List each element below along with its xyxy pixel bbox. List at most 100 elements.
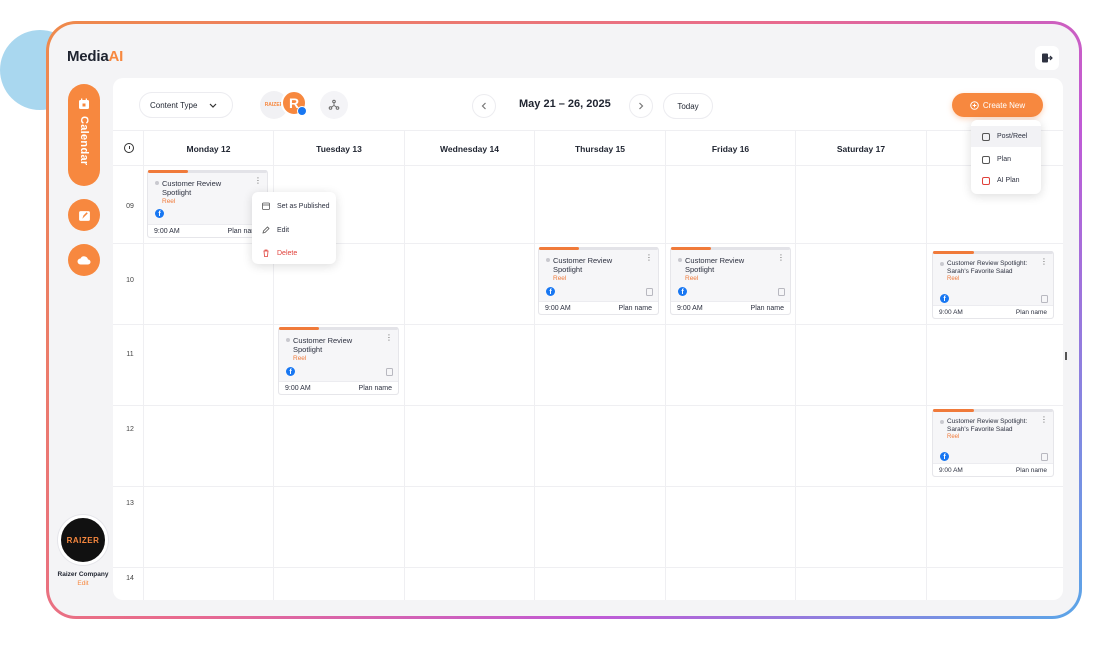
- plan-name: Plan name: [618, 304, 652, 312]
- create-post-reel-option[interactable]: Post/Reel: [971, 126, 1041, 147]
- post-type: Reel: [293, 355, 307, 362]
- next-week-button[interactable]: [629, 94, 653, 118]
- grid-line: [143, 166, 144, 600]
- facebook-icon: f: [155, 209, 164, 218]
- calendar-icon: [79, 98, 89, 109]
- progress-bar: [148, 170, 267, 173]
- connections-button[interactable]: [320, 91, 348, 119]
- status-dot: [678, 258, 682, 262]
- company-edit-link[interactable]: Edit: [54, 580, 112, 587]
- progress-bar: [671, 247, 790, 250]
- week-header: Monday 12 Tuesday 13 Wednesday 14 Thursd…: [113, 130, 1063, 167]
- hour-label: 12: [126, 426, 134, 433]
- sidebar-calendar-label: Calendar: [78, 116, 90, 166]
- card-footer: 9:00 AM Plan name: [279, 381, 398, 394]
- grid-line: [926, 166, 927, 600]
- post-title: Customer Review Spotlight: [685, 256, 745, 274]
- post-card[interactable]: Customer Review Spotlight Reel ⋮ f 9:00 …: [538, 247, 659, 315]
- more-menu-icon[interactable]: ⋮: [385, 334, 393, 342]
- sidebar-item-edit-calendar[interactable]: [68, 199, 100, 231]
- hour-row: [113, 406, 1063, 487]
- trash-icon: [263, 249, 269, 257]
- logout-button[interactable]: [1035, 46, 1059, 70]
- more-menu-icon[interactable]: ⋮: [1040, 258, 1048, 266]
- post-time: 9:00 AM: [939, 466, 963, 474]
- day-header-saturday: Saturday 17: [795, 131, 926, 167]
- progress-bar: [933, 409, 1053, 412]
- clipboard-icon[interactable]: [1041, 453, 1048, 461]
- post-title: Customer Review Spotlight: Sarah's Favor…: [947, 418, 1028, 433]
- post-type: Reel: [685, 275, 699, 282]
- hour-label: 10: [126, 277, 134, 284]
- facebook-icon: f: [940, 452, 949, 461]
- today-button[interactable]: Today: [663, 93, 713, 119]
- scrollbar-handle[interactable]: [1065, 352, 1067, 360]
- set-as-published-option[interactable]: Set as Published: [252, 195, 336, 217]
- edit-option[interactable]: Edit: [252, 219, 336, 241]
- card-footer: 9:00 AM Plan name: [671, 301, 790, 314]
- more-menu-icon[interactable]: ⋮: [254, 177, 262, 185]
- edit-calendar-icon: [78, 210, 90, 221]
- hour-label: 13: [126, 500, 134, 507]
- post-title: Customer Review Spotlight: [293, 336, 353, 354]
- more-menu-icon[interactable]: ⋮: [1040, 416, 1048, 424]
- calendar-icon: [982, 155, 990, 164]
- cloud-icon: [77, 256, 91, 265]
- company-avatar: RAIZER: [58, 515, 108, 565]
- app-window: MediaAI Calendar RAIZER Raizer Company E…: [49, 24, 1079, 616]
- post-time: 9:00 AM: [545, 304, 571, 312]
- create-new-button[interactable]: Create New: [952, 93, 1043, 117]
- plan-name: Plan name: [750, 304, 784, 312]
- content-type-label: Content Type: [150, 100, 198, 110]
- card-footer: 9:00 AM Plan name: [539, 301, 658, 314]
- hour-label: 14: [126, 575, 134, 582]
- progress-bar: [539, 247, 658, 250]
- post-card[interactable]: Customer Review Spotlight Reel ⋮ f 9:00 …: [147, 170, 268, 238]
- status-dot: [155, 181, 159, 185]
- sidebar-item-calendar[interactable]: Calendar: [68, 84, 100, 186]
- hour-row: [113, 487, 1063, 568]
- post-time: 9:00 AM: [677, 304, 703, 312]
- post-type: Reel: [947, 276, 960, 282]
- grid-line: [404, 166, 405, 600]
- post-title: Customer Review Spotlight: Sarah's Favor…: [947, 260, 1028, 275]
- chevron-left-icon: [481, 102, 486, 110]
- day-header-monday: Monday 12: [143, 131, 273, 167]
- hour-label: 09: [126, 203, 134, 210]
- create-new-label: Create New: [982, 100, 1026, 110]
- post-card[interactable]: Customer Review Spotlight Reel ⋮ f 9:00 …: [278, 327, 399, 395]
- calendar-toolbar: Content Type RAIZER R May 21 – 26, 2025 …: [113, 78, 1063, 130]
- sidebar-item-cloud[interactable]: [68, 244, 100, 276]
- clipboard-icon[interactable]: [646, 288, 653, 296]
- previous-week-button[interactable]: [472, 94, 496, 118]
- more-menu-icon[interactable]: ⋮: [777, 254, 785, 262]
- create-ai-plan-option[interactable]: AI Plan: [971, 170, 1041, 191]
- delete-option[interactable]: Delete: [252, 242, 336, 264]
- create-plan-option[interactable]: Plan: [971, 149, 1041, 170]
- content-type-dropdown[interactable]: Content Type: [139, 92, 233, 118]
- clipboard-icon[interactable]: [778, 288, 785, 296]
- logout-icon: [1042, 53, 1053, 63]
- status-dot: [546, 258, 550, 262]
- card-footer: 9:00 AM Plan name: [933, 463, 1053, 476]
- pencil-icon: [262, 226, 270, 234]
- card-context-menu: Set as Published Edit Delete: [252, 192, 336, 264]
- post-title: Customer Review Spotlight: [162, 179, 222, 197]
- company-profile[interactable]: RAIZER Raizer Company Edit: [54, 515, 112, 587]
- post-card[interactable]: Customer Review Spotlight: Sarah's Favor…: [932, 251, 1054, 319]
- clipboard-icon[interactable]: [386, 368, 393, 376]
- post-card[interactable]: Customer Review Spotlight Reel ⋮ f 9:00 …: [670, 247, 791, 315]
- card-footer: 9:00 AM Plan name: [933, 305, 1053, 318]
- post-time: 9:00 AM: [285, 384, 311, 392]
- progress-bar: [933, 251, 1053, 254]
- more-menu-icon[interactable]: ⋮: [645, 254, 653, 262]
- post-time: 9:00 AM: [154, 227, 180, 235]
- clipboard-icon[interactable]: [1041, 295, 1048, 303]
- grid-line: [795, 166, 796, 600]
- post-time: 9:00 AM: [939, 308, 963, 316]
- facebook-badge-icon: [297, 106, 307, 116]
- plan-name: Plan name: [1015, 466, 1047, 474]
- app-frame: MediaAI Calendar RAIZER Raizer Company E…: [46, 21, 1082, 619]
- ai-calendar-icon: [982, 176, 990, 185]
- post-card[interactable]: Customer Review Spotlight: Sarah's Favor…: [932, 409, 1054, 477]
